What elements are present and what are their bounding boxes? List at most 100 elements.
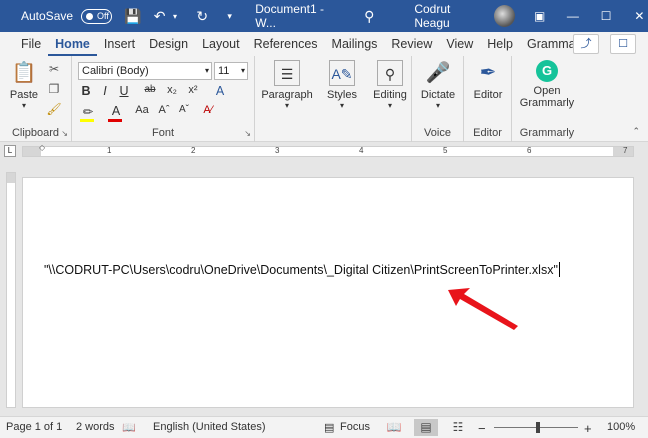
paste-button[interactable]: 📋 Paste ▾ bbox=[8, 60, 40, 110]
tab-layout[interactable]: Layout bbox=[195, 37, 247, 56]
paragraph-group: ☰ Paragraph ▾ bbox=[255, 56, 317, 142]
tab-home[interactable]: Home bbox=[48, 37, 97, 56]
autosave-toggle[interactable]: Off bbox=[81, 8, 112, 24]
editor-button[interactable]: ✒ Editor bbox=[468, 60, 508, 101]
comments-icon[interactable]: ☐ bbox=[610, 34, 636, 54]
ruler-number: 1 bbox=[107, 146, 112, 155]
editing-dropdown-icon: ▾ bbox=[387, 101, 392, 110]
grow-font-icon[interactable]: Aˆ bbox=[156, 104, 172, 116]
avatar[interactable] bbox=[493, 5, 516, 27]
ribbon-display-options-icon[interactable]: ▣ bbox=[531, 9, 548, 23]
font-group-label: Font bbox=[151, 127, 174, 139]
zoom-in-icon[interactable]: + bbox=[584, 421, 592, 436]
ruler-bar[interactable]: 1 2 3 4 5 6 7 ◇ bbox=[22, 143, 634, 157]
font-size-select[interactable]: 11 ▾ bbox=[214, 62, 248, 80]
zoom-level[interactable]: 100% bbox=[607, 421, 635, 433]
undo-icon[interactable]: ↶ bbox=[152, 8, 167, 25]
format-painter-icon[interactable]: 🖌 bbox=[46, 102, 62, 116]
font-name-select[interactable]: Calibri (Body) ▾ bbox=[78, 62, 212, 80]
tab-design[interactable]: Design bbox=[142, 37, 195, 56]
paragraph-label: Paragraph bbox=[261, 89, 313, 101]
vruler-top-margin bbox=[7, 173, 15, 183]
language[interactable]: English (United States) bbox=[153, 421, 266, 433]
paste-dropdown-icon: ▾ bbox=[21, 101, 26, 110]
close-icon[interactable]: ✕ bbox=[631, 9, 648, 23]
page-count[interactable]: Page 1 of 1 bbox=[6, 421, 62, 433]
read-mode-icon[interactable]: 📖 bbox=[382, 419, 406, 436]
editor-group-label: Editor bbox=[473, 127, 502, 139]
customize-quick-access-icon[interactable]: ▾ bbox=[222, 11, 237, 22]
tab-help[interactable]: Help bbox=[480, 37, 520, 56]
undo-dropdown-icon[interactable]: ▾ bbox=[167, 12, 182, 21]
redo-icon[interactable]: ↻ bbox=[195, 8, 210, 25]
toggle-knob bbox=[86, 12, 94, 20]
cut-icon[interactable]: ✂ bbox=[46, 62, 62, 76]
focus-icon[interactable]: ▤ bbox=[324, 421, 334, 434]
voice-group-label: Voice bbox=[424, 127, 451, 139]
save-icon[interactable]: 💾 bbox=[124, 8, 141, 25]
editing-button[interactable]: ⚲ Editing ▾ bbox=[369, 60, 411, 110]
underline-button[interactable]: U bbox=[116, 84, 132, 98]
tab-review[interactable]: Review bbox=[384, 37, 439, 56]
share-icon[interactable]: ⤴ bbox=[573, 34, 599, 54]
tab-mailings[interactable]: Mailings bbox=[325, 37, 385, 56]
tab-insert[interactable]: Insert bbox=[97, 37, 142, 56]
ribbon-tabs: File Home Insert Design Layout Reference… bbox=[0, 32, 648, 56]
search-icon[interactable]: ⚲ bbox=[364, 8, 374, 25]
proofing-icon[interactable]: 📖 bbox=[122, 421, 136, 434]
editor-pen-icon: ✒ bbox=[479, 62, 497, 84]
change-case-button[interactable]: Aa bbox=[134, 104, 150, 116]
vertical-ruler bbox=[6, 172, 16, 408]
autosave-state: Off bbox=[97, 11, 109, 21]
zoom-out-icon[interactable]: − bbox=[478, 421, 486, 436]
ruler-number: 7 bbox=[623, 146, 628, 155]
grammarly-icon: G bbox=[536, 60, 558, 82]
collapse-ribbon-icon[interactable]: ⌃ bbox=[632, 126, 640, 137]
strikethrough-button[interactable]: ab bbox=[142, 84, 158, 95]
print-layout-icon[interactable]: ▤ bbox=[414, 419, 438, 436]
highlight-icon[interactable]: ✏ bbox=[80, 104, 96, 119]
document-page[interactable]: "\\CODRUT-PC\Users\codru\OneDrive\Docume… bbox=[22, 177, 634, 408]
maximize-icon[interactable]: ☐ bbox=[598, 9, 615, 23]
indent-marker-icon[interactable]: ◇ bbox=[39, 143, 45, 152]
tab-selector-icon[interactable]: L bbox=[4, 145, 16, 157]
document-text[interactable]: "\\CODRUT-PC\Users\codru\OneDrive\Docume… bbox=[44, 262, 560, 277]
document-title: Document1 - W... bbox=[255, 2, 324, 30]
copy-icon[interactable]: ❐ bbox=[46, 82, 62, 96]
clear-formatting-icon[interactable]: A⁄ bbox=[200, 104, 216, 116]
minimize-icon[interactable]: — bbox=[564, 9, 581, 23]
user-name[interactable]: Codrut Neagu bbox=[414, 2, 486, 30]
tab-view[interactable]: View bbox=[439, 37, 480, 56]
tab-references[interactable]: References bbox=[247, 37, 325, 56]
text-effects-icon[interactable]: A bbox=[212, 84, 228, 98]
editing-label: Editing bbox=[373, 89, 407, 101]
status-bar: Page 1 of 1 2 words 📖 English (United St… bbox=[0, 416, 648, 438]
bold-button[interactable]: B bbox=[78, 84, 94, 98]
chevron-down-icon: ▾ bbox=[240, 66, 245, 75]
highlight-color-bar bbox=[80, 119, 94, 122]
italic-button[interactable]: I bbox=[97, 84, 113, 98]
paragraph-button[interactable]: ☰ Paragraph ▾ bbox=[259, 60, 315, 110]
ribbon: 📋 Paste ▾ ✂ ❐ 🖌 Clipboard ↘ Calibri (Bod… bbox=[0, 56, 648, 142]
styles-icon: A✎ bbox=[329, 60, 355, 86]
styles-button[interactable]: A✎ Styles ▾ bbox=[323, 60, 361, 110]
clipboard-launcher-icon[interactable]: ↘ bbox=[61, 129, 68, 138]
dictate-button[interactable]: 🎤 Dictate ▾ bbox=[416, 60, 460, 110]
font-launcher-icon[interactable]: ↘ bbox=[244, 129, 251, 138]
open-grammarly-button[interactable]: G Open Grammarly bbox=[516, 60, 578, 109]
web-layout-icon[interactable]: ☷ bbox=[446, 419, 470, 436]
word-count[interactable]: 2 words bbox=[76, 421, 115, 433]
shrink-font-icon[interactable]: Aˇ bbox=[176, 104, 192, 115]
superscript-button[interactable]: x² bbox=[185, 84, 201, 96]
editing-group: ⚲ Editing ▾ bbox=[367, 56, 412, 142]
font-color-icon[interactable]: A bbox=[108, 104, 124, 118]
autosave-label: AutoSave bbox=[21, 9, 74, 23]
find-icon: ⚲ bbox=[377, 60, 403, 86]
focus-label[interactable]: Focus bbox=[340, 421, 370, 433]
editor-label: Editor bbox=[473, 89, 503, 101]
zoom-slider-thumb[interactable] bbox=[536, 422, 540, 433]
editor-group: ✒ Editor Editor bbox=[464, 56, 512, 142]
subscript-button[interactable]: x₂ bbox=[164, 84, 180, 96]
tab-file[interactable]: File bbox=[14, 37, 48, 56]
grammarly-label-line1: Open bbox=[533, 85, 561, 97]
